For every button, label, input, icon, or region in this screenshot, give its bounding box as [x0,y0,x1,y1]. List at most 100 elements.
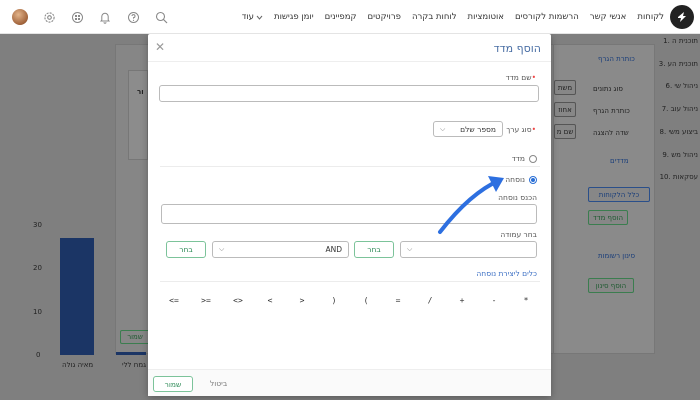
nav-course-registrations[interactable]: הרשמות לקורסים [515,12,579,22]
radio-measure-dot[interactable] [529,154,537,163]
bg-sidebar-item: 1. תוכנית ה [663,37,698,45]
value-type-selected: מספר שלם [460,124,496,134]
nav-dashboards[interactable]: לוחות בקרה [412,12,457,22]
column-select[interactable]: ⌵ [400,241,537,258]
radio-measure-label: מדד [511,154,525,163]
bg-x-label: גמח ללי [122,361,146,369]
value-type-label: סוג ערך• [506,125,539,134]
bg-data-type-value: משת [554,80,576,95]
bg-chart-bar [60,238,94,355]
bg-add-filter-button: הוסף סינון [588,278,634,293]
bg-chart-frame [128,70,148,160]
nav-customers[interactable]: לקוחות [637,12,664,22]
bg-y-tick: 10 [33,308,42,316]
bg-data-type-label: סוג נתונים [593,85,623,93]
bg-y-tick: 0 [36,351,41,359]
bg-section-title: כותרת הגרף [598,55,635,63]
radio-formula[interactable]: נוסחה [505,175,537,184]
operator-less[interactable]: < [256,296,284,310]
bg-chart-side-label: ור [137,88,144,96]
bell-icon[interactable] [98,10,112,24]
gear-icon[interactable] [42,10,56,24]
bg-sidebar-item: 9. ניהול מש [662,151,698,159]
operator-not-equal[interactable]: <> [224,296,252,310]
bg-graph-title-value: אחוז [554,102,576,117]
app-logo[interactable] [670,5,694,29]
operator-equals[interactable]: = [384,296,412,310]
required-marker: • [531,73,536,82]
bg-graph-title-label: כותרת הגרף [593,107,630,115]
nav-projects[interactable]: פרויקטים [368,12,401,22]
chevron-down-icon [256,15,263,20]
add-measure-modal: הוסף מדד ✕ שם מדד• סוג ערך• ⌵ מספר שלם מ… [148,34,551,396]
operator-select[interactable]: ⌵ AND [212,241,349,258]
operator-greater[interactable]: > [288,296,316,310]
modal-title: הוסף מדד [493,42,541,55]
bg-y-tick: 30 [33,221,42,229]
measure-name-input[interactable] [159,85,539,102]
main-nav: לקוחות אנשי קשר הרשמות לקורסים אוטומציות… [242,0,664,34]
close-icon[interactable]: ✕ [155,40,165,54]
operator-plus[interactable]: + [448,296,476,310]
divider [160,281,540,282]
chevron-down-icon: ⌵ [219,245,225,253]
chevron-down-icon: ⌵ [440,124,446,133]
bg-y-tick: 20 [33,264,42,272]
divider [160,166,540,167]
grid-icon[interactable] [70,10,84,24]
operator-selected: AND [325,245,342,254]
bg-all-customers-button: כלל הלקוחות [588,187,650,202]
bg-chart-bar [116,352,146,355]
choose-column-label: בחר עמודה [500,230,537,239]
nav-more-label: עוד [241,12,254,22]
operator-open-paren[interactable]: ( [352,296,380,310]
radio-formula-dot[interactable] [529,175,537,184]
modal-header: הוסף מדד ✕ [148,34,551,62]
choose-operator-button[interactable]: בחר [166,241,206,258]
logo-icon [678,12,686,22]
nav-automations[interactable]: אוטומציות [468,12,504,22]
bg-filter-heading: סינון רשומות [598,252,636,260]
bg-add-measure-button: הוסף מדד [588,210,628,225]
choose-column-button[interactable]: בחר [354,241,394,258]
radio-formula-label: נוסחה [505,175,525,184]
bg-sidebar-item: 10. עסקאות [659,173,698,181]
modal-footer: שמור ביטול [148,369,551,396]
operators-row: * - + / = ( ) > < <> >= <= [160,296,540,310]
header-tools [12,0,168,34]
value-type-label-text: סוג ערך [506,125,532,134]
cancel-button[interactable]: ביטול [210,379,227,388]
bg-save-button: שמור [120,330,150,344]
measure-name-label-text: שם מדד [505,73,532,82]
operator-minus[interactable]: - [480,296,508,310]
required-marker: • [531,125,536,134]
bg-sidebar-item: 6. ניהול שי [665,82,698,90]
bg-sidebar-item: 7. ניהול עוב [661,105,698,113]
formula-input[interactable] [161,204,537,224]
formula-tools-link[interactable]: כלים ליצירת נוסחה [476,269,537,278]
chevron-down-icon: ⌵ [407,245,413,253]
nav-contacts[interactable]: אנשי קשר [590,12,627,22]
radio-measure[interactable]: מדד [512,154,537,163]
operator-greater-equal[interactable]: >= [192,296,220,310]
bg-measures-heading: מדדים [610,157,629,165]
avatar[interactable] [12,9,28,25]
operator-divide[interactable]: / [416,296,444,310]
operator-multiply[interactable]: * [512,296,540,310]
bg-sidebar-item: 8. ביצוע משי [659,128,698,136]
nav-campaigns[interactable]: קמפיינים [325,12,357,22]
save-button[interactable]: שמור [153,376,193,392]
value-type-select[interactable]: ⌵ מספר שלם [433,121,503,137]
measure-name-label: שם מדד• [506,73,539,82]
bg-display-field-value: שם מ [554,124,576,139]
bg-x-label: מאיה גולה [62,361,94,369]
nav-more[interactable]: עוד [242,12,263,22]
help-icon[interactable] [126,10,140,24]
operator-close-paren[interactable]: ) [320,296,348,310]
enter-formula-label: הכנס נוסחה [498,193,537,202]
operator-less-equal[interactable]: <= [160,296,188,310]
search-icon[interactable] [154,10,168,24]
top-bar: לקוחות אנשי קשר הרשמות לקורסים אוטומציות… [0,0,700,34]
nav-meetings-calendar[interactable]: יומן פגישות [274,12,314,22]
bg-display-field-label: שדה להצגה [593,129,629,137]
